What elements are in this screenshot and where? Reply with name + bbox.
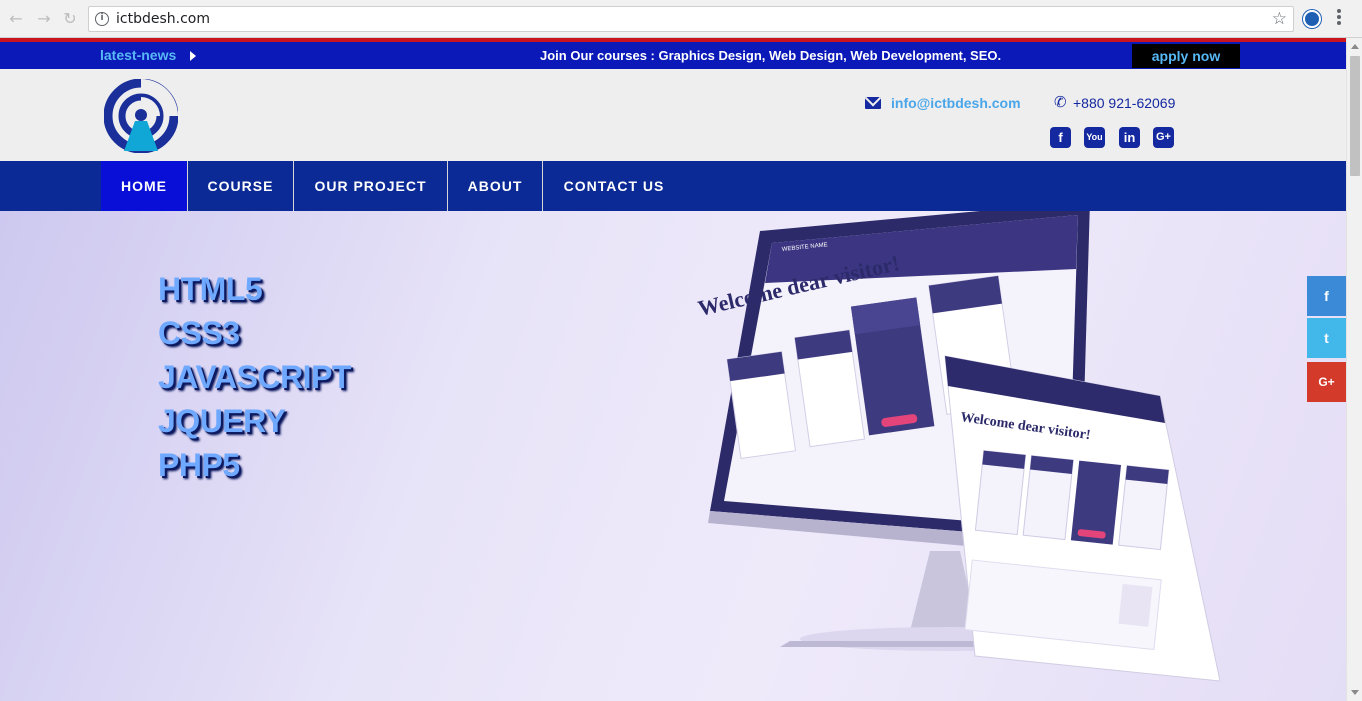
google-plus-share-icon[interactable]: G+ <box>1307 362 1346 402</box>
skill-html5: HTML5 <box>158 271 263 307</box>
linkedin-icon[interactable]: in <box>1119 127 1140 148</box>
device-mockup-illustration: Welcome dear visitor! WEBSITE NAME Welco… <box>696 211 1220 682</box>
phone-icon: ✆ <box>1054 93 1067 111</box>
scroll-thumb[interactable] <box>1350 56 1360 176</box>
twitter-share-icon[interactable]: t <box>1307 318 1346 358</box>
forward-arrow-icon[interactable]: → <box>34 9 54 29</box>
facebook-icon[interactable]: f <box>1050 127 1071 148</box>
site-logo[interactable] <box>104 79 178 153</box>
nav-contact-us[interactable]: CONTACT US <box>543 161 685 211</box>
address-bar[interactable]: i ictbdesh.com ☆ <box>88 6 1294 32</box>
reload-icon[interactable]: ↻ <box>60 9 80 29</box>
skill-javascript: JAVASCRIPT <box>158 359 351 395</box>
site-header: info@ictbdesh.com ✆ +880 921-62069 f You… <box>0 69 1346 161</box>
nav-home[interactable]: HOME <box>101 161 188 211</box>
email-link[interactable]: info@ictbdesh.com <box>891 95 1021 111</box>
nav-about[interactable]: ABOUT <box>448 161 543 211</box>
browser-toolbar: ← → ↻ i ictbdesh.com ☆ <box>0 0 1362 38</box>
skill-css3: CSS3 <box>158 315 240 351</box>
news-ticker[interactable]: Join Our courses : Graphics Design, Web … <box>540 48 1001 63</box>
info-icon[interactable]: i <box>95 12 109 26</box>
page-scrollbar[interactable] <box>1346 38 1362 701</box>
skill-php5: PHP5 <box>158 447 240 483</box>
hero-banner: HTML5 CSS3 JAVASCRIPT JQUERY PHP5 Welcom… <box>0 211 1346 701</box>
web-page: latest-news Join Our courses : Graphics … <box>0 38 1346 701</box>
envelope-icon <box>865 97 881 109</box>
google-plus-icon[interactable]: G+ <box>1153 127 1174 148</box>
apply-now-button[interactable]: apply now <box>1132 44 1240 68</box>
nav-course[interactable]: COURSE <box>188 161 294 211</box>
url-text[interactable]: ictbdesh.com <box>116 11 210 27</box>
scroll-up-arrow-icon[interactable] <box>1351 44 1359 49</box>
facebook-share-icon[interactable]: f <box>1307 276 1346 316</box>
news-bar: latest-news Join Our courses : Graphics … <box>0 42 1346 69</box>
youtube-icon[interactable]: You <box>1084 127 1105 148</box>
scroll-down-arrow-icon[interactable] <box>1351 690 1359 695</box>
bookmark-star-icon[interactable]: ☆ <box>1272 9 1287 29</box>
skill-jquery: JQUERY <box>158 403 286 439</box>
main-nav: HOME COURSE OUR PROJECT ABOUT CONTACT US <box>0 161 1346 211</box>
extension-icon[interactable] <box>1303 10 1321 28</box>
back-arrow-icon[interactable]: ← <box>6 9 26 29</box>
phone-number[interactable]: +880 921-62069 <box>1073 95 1175 111</box>
nav-our-project[interactable]: OUR PROJECT <box>294 161 448 211</box>
latest-news-label: latest-news <box>100 47 177 63</box>
browser-menu-icon[interactable] <box>1336 9 1342 27</box>
play-arrow-icon <box>190 51 196 61</box>
